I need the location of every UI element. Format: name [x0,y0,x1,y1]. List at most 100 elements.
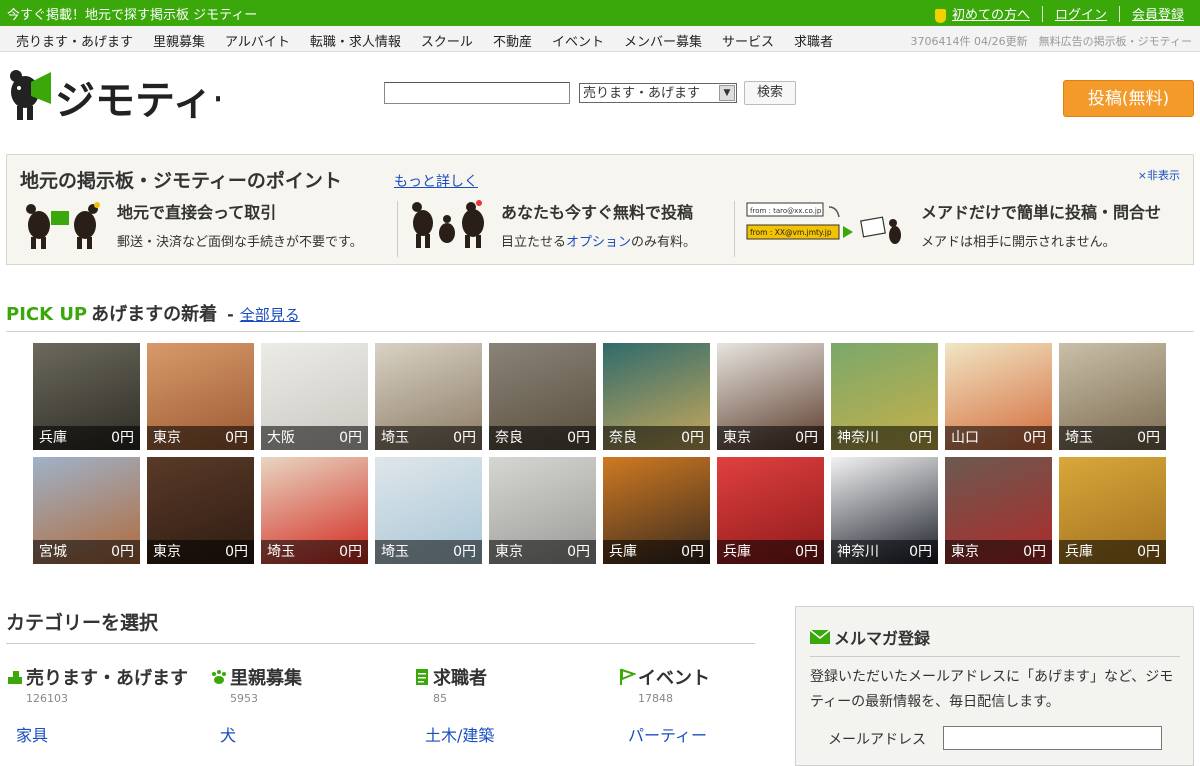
pickup-item[interactable]: 神奈川 0円 [831,457,938,564]
pickup-caption: 山口 0円 [945,426,1052,450]
pickup-item[interactable]: 東京 0円 [147,343,254,450]
divider [810,656,1180,657]
divider [734,201,735,257]
nav-item-sell[interactable]: 売ります・あげます [16,31,133,50]
feature-desc: 郵送・決済など面倒な手続きが不要です。 [117,235,363,250]
listing-count-info: 3706414件 04/26更新 無料広告の掲示板・ジモティー [910,35,1192,48]
nav-item-members[interactable]: メンバー募集 [624,31,702,50]
pickup-caption: 兵庫 0円 [1059,540,1166,564]
newsletter-desc: 登録いただいたメールアドレスに「あげます」など、ジモティーの最新情報を、毎日配信… [810,669,1174,710]
subcategory-link[interactable]: パーティー [628,722,707,746]
nav-item-jobs[interactable]: 転職・求人情報 [310,31,401,50]
pickup-price: 0円 [681,544,704,560]
site-logo[interactable]: ジモティー [5,64,253,126]
pickup-item[interactable]: 埼玉 0円 [261,457,368,564]
pickup-label: PICK UP [6,304,88,325]
category-heading-text: カテゴリーを選択 [6,612,159,634]
search-button[interactable]: 検索 [744,81,797,105]
category-event: イベント 17848 パーティー [618,664,710,745]
pickup-caption: 大阪 0円 [261,426,368,450]
pickup-item[interactable]: 奈良 0円 [603,343,710,450]
pickup-price: 0円 [111,544,134,560]
pickup-price: 0円 [795,544,818,560]
pickup-item[interactable]: 山口 0円 [945,343,1052,450]
pickup-price: 0円 [339,430,362,446]
category-title[interactable]: 売ります・あげます [6,664,188,690]
paw-icon [212,670,226,684]
nav-item-parttime[interactable]: アルバイト [225,31,290,50]
pickup-item[interactable]: 東京 0円 [945,457,1052,564]
top-links: 初めての方へ ログイン 会員登録 [934,4,1196,23]
pickup-dash: - [227,305,234,324]
pickup-caption: 奈良 0円 [489,426,596,450]
more-details-link[interactable]: もっと詳しく [394,171,478,191]
view-all-link[interactable]: 全部見る [240,306,300,324]
subcategory-link[interactable]: 家具 [16,722,48,746]
pickup-area: 兵庫 [723,544,751,560]
logo-text: ジモティー [55,78,220,124]
pickup-price: 0円 [1023,544,1046,560]
category-count: 5953 [230,692,258,705]
pickup-area: 兵庫 [1065,544,1093,560]
nav-item-school[interactable]: スクール [421,31,473,50]
pickup-item[interactable]: 兵庫 0円 [717,457,824,564]
pickup-item[interactable]: 東京 0円 [717,343,824,450]
pickup-item[interactable]: 神奈川 0円 [831,343,938,450]
nav-item-service[interactable]: サービス [722,31,774,50]
subcategory-link[interactable]: 土木/建築 [425,722,494,746]
category-title[interactable]: 里親募集 [210,664,302,690]
newsletter-box: メルマガ登録 登録いただいたメールアドレスに「あげます」など、ジモティーの最新情… [795,606,1194,766]
pickup-item[interactable]: 宮城 0円 [33,457,140,564]
pickup-price: 0円 [909,430,932,446]
pickup-price: 0円 [111,430,134,446]
pickup-item[interactable]: 埼玉 0円 [1059,343,1166,450]
chevron-down-icon: ▼ [719,85,735,101]
pickup-caption: 兵庫 0円 [33,426,140,450]
pickup-caption: 奈良 0円 [603,426,710,450]
beginner-guide-link[interactable]: 初めての方へ [952,4,1042,23]
pickup-caption: 東京 0円 [147,426,254,450]
category-jobseekers: 求職者 85 土木/建築 [413,664,494,745]
feature-title: あなたも今すぐ無料で投稿 [501,203,694,222]
login-link[interactable]: ログイン [1043,4,1119,23]
register-link[interactable]: 会員登録 [1120,4,1196,23]
nav-item-realestate[interactable]: 不動産 [493,31,532,50]
pickup-item[interactable]: 東京 0円 [147,457,254,564]
pickup-item[interactable]: 埼玉 0円 [375,343,482,450]
document-icon [416,669,428,685]
pickup-price: 0円 [225,544,248,560]
pickup-area: 奈良 [609,430,637,446]
pickup-area: 神奈川 [837,544,879,560]
hide-points-link[interactable]: ×非表示 [1138,167,1180,183]
pickup-item[interactable]: 埼玉 0円 [375,457,482,564]
pickup-area: 東京 [153,544,181,560]
pickup-item[interactable]: 奈良 0円 [489,343,596,450]
category-select[interactable]: 売ります・あげます ▼ [579,83,737,103]
post-free-button[interactable]: 投稿(無料) [1063,80,1194,117]
pickup-caption: 東京 0円 [147,540,254,564]
category-title[interactable]: イベント [618,664,710,690]
nav-item-event[interactable]: イベント [552,31,604,50]
nav-item-jobseekers[interactable]: 求職者 [794,31,833,50]
pickup-area: 神奈川 [837,430,879,446]
site-tagline: 今すぐ掲載！地元で探す掲示板 ジモティー [7,8,258,23]
email-field[interactable] [943,726,1162,750]
pickup-item[interactable]: 兵庫 0円 [1059,457,1166,564]
subcategory-link[interactable]: 犬 [220,722,236,746]
pickup-caption: 兵庫 0円 [603,540,710,564]
pickup-area: 東京 [951,544,979,560]
category-title[interactable]: 求職者 [413,664,487,690]
option-link[interactable]: オプション [566,235,631,250]
pickup-area: 東京 [495,544,523,560]
nav-item-pets[interactable]: 里親募集 [153,31,205,50]
search-input[interactable] [384,82,570,104]
pickup-item[interactable]: 兵庫 0円 [603,457,710,564]
pickup-item[interactable]: 大阪 0円 [261,343,368,450]
pickup-area: 埼玉 [381,430,409,446]
search-bar: 売ります・あげます ▼ 検索 [384,81,797,105]
pickup-caption: 埼玉 0円 [375,426,482,450]
envelope-icon [810,630,830,644]
pickup-item[interactable]: 東京 0円 [489,457,596,564]
pickup-item[interactable]: 兵庫 0円 [33,343,140,450]
pickup-caption: 神奈川 0円 [831,426,938,450]
